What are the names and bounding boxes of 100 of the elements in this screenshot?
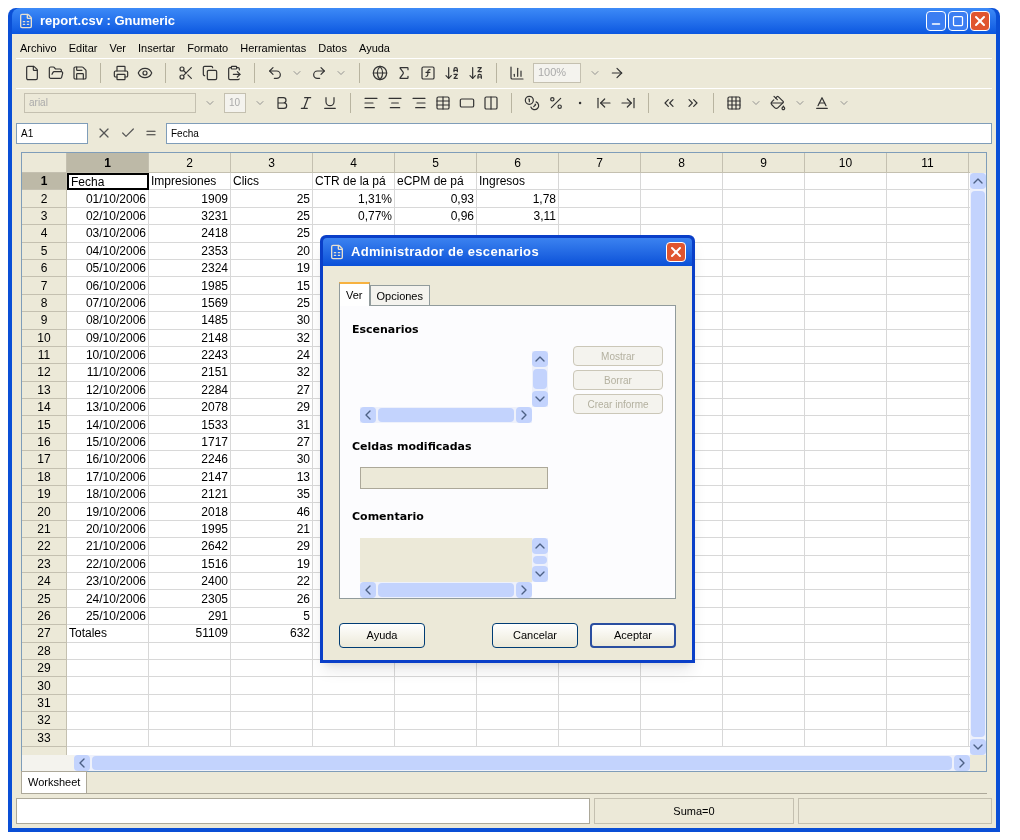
scroll-left-icon[interactable] [360,406,376,423]
column-header[interactable]: 7 [559,153,641,173]
scroll-right-icon[interactable] [954,755,970,771]
row-header[interactable]: 22 [22,538,67,556]
vertical-scrollbar[interactable] [970,173,986,755]
scroll-thumb[interactable] [378,582,514,597]
menu-item[interactable]: Insertar [137,39,176,57]
horizontal-scrollbar[interactable] [74,755,970,771]
dialog-button[interactable]: Cancelar [492,623,578,648]
row-header[interactable]: 25 [22,590,67,608]
merge-cells-icon[interactable] [435,94,451,111]
column-header[interactable]: 10 [805,153,887,173]
globe-icon[interactable] [372,64,388,81]
paste-icon[interactable] [226,64,242,81]
row-header[interactable]: 7 [22,277,67,295]
currency-icon[interactable] [524,94,540,111]
comment-field[interactable] [360,537,532,582]
font-color-icon[interactable] [814,94,830,111]
sum-icon[interactable] [396,64,412,81]
scroll-thumb[interactable] [533,555,547,564]
scroll-left-icon[interactable] [74,755,90,771]
cut-icon[interactable] [178,64,194,81]
italic-icon[interactable] [298,94,314,111]
menu-item[interactable]: Editar [68,39,98,57]
row-header[interactable]: 9 [22,312,67,330]
table-cell: 25 [231,225,313,243]
row-header[interactable]: 15 [22,416,67,434]
scroll-up-icon[interactable] [970,173,986,189]
corner-cell[interactable] [22,153,67,173]
scroll-up-icon[interactable] [532,350,548,367]
changing-cells-field[interactable] [360,467,548,489]
menu-item[interactable]: Archivo [20,39,57,57]
dialog-button[interactable]: Ayuda [339,623,425,648]
printer-icon[interactable] [113,64,129,81]
scroll-thumb[interactable] [533,368,547,389]
row-header[interactable]: 2 [22,190,67,208]
table-cell: 02/10/2006 [67,207,149,226]
borders-icon[interactable] [726,94,742,111]
dialog-tab[interactable]: Ver [339,282,370,306]
underline-icon[interactable] [322,94,338,111]
row-header[interactable]: 12 [22,364,67,382]
scroll-down-icon[interactable] [532,565,548,582]
column-header[interactable]: 4 [313,153,395,173]
fill-color-icon[interactable] [770,94,786,111]
scroll-up-icon[interactable] [532,537,548,554]
menu-item[interactable]: Herramientas [240,39,307,57]
maximize-button[interactable] [948,11,968,31]
table-cell: 27 [231,381,313,400]
copy-icon[interactable] [202,64,218,81]
scroll-down-icon[interactable] [532,390,548,407]
menu-item[interactable]: Formato [187,39,229,57]
column-header[interactable]: 9 [723,153,805,173]
row-header[interactable]: 14 [22,399,67,417]
row-header[interactable]: 32 [22,712,67,730]
menu-item[interactable]: Ayuda [359,39,390,57]
row-header[interactable]: 27 [22,625,67,643]
new-file-icon[interactable] [24,64,40,81]
column-header[interactable]: 2 [149,153,231,173]
column-header[interactable]: 8 [641,153,723,173]
row-header[interactable]: 17 [22,451,67,469]
menu-item[interactable]: Datos [318,39,347,57]
scroll-down-icon[interactable] [970,739,986,755]
table-cell: 22 [231,573,313,591]
split-cells-icon[interactable] [483,94,499,111]
column-header[interactable]: 1 [67,153,149,173]
function-icon[interactable] [420,64,436,81]
close-button[interactable] [666,242,686,262]
save-icon[interactable] [72,64,88,81]
sheet-tab[interactable]: Worksheet [21,771,88,793]
scroll-right-icon[interactable] [516,406,532,423]
horizontal-scrollbar[interactable] [360,406,532,423]
menu-item[interactable]: Ver [109,39,126,57]
row-header[interactable]: 19 [22,486,67,504]
column-header[interactable]: 6 [477,153,559,173]
vertical-scrollbar[interactable] [532,350,548,407]
chart-icon[interactable] [509,64,525,81]
undo-icon[interactable] [267,64,283,81]
cell-reference-field[interactable]: A1 [16,122,88,144]
sort-ascending-icon[interactable] [444,64,460,81]
vertical-scrollbar[interactable] [532,537,548,582]
sort-descending-icon[interactable] [468,64,484,81]
open-folder-icon[interactable] [48,64,64,81]
scroll-thumb[interactable] [971,191,985,737]
formula-field[interactable]: Fecha [166,122,992,144]
column-header[interactable]: 11 [887,153,969,173]
row-header[interactable]: 30 [22,677,67,695]
percent-icon[interactable] [548,94,564,111]
dialog-button[interactable]: Aceptar [590,623,676,648]
row-header[interactable]: 1 [22,173,67,191]
scroll-thumb[interactable] [378,407,514,422]
row-header[interactable]: 4 [22,225,67,243]
app-icon [329,244,345,260]
close-button[interactable] [970,11,990,31]
scroll-thumb[interactable] [92,756,952,770]
row-header[interactable]: 20 [22,503,67,521]
bold-icon[interactable] [274,94,290,111]
redo-icon[interactable] [311,64,327,81]
minimize-button[interactable] [926,11,946,31]
column-header[interactable]: 5 [395,153,477,173]
column-header[interactable]: 3 [231,153,313,173]
